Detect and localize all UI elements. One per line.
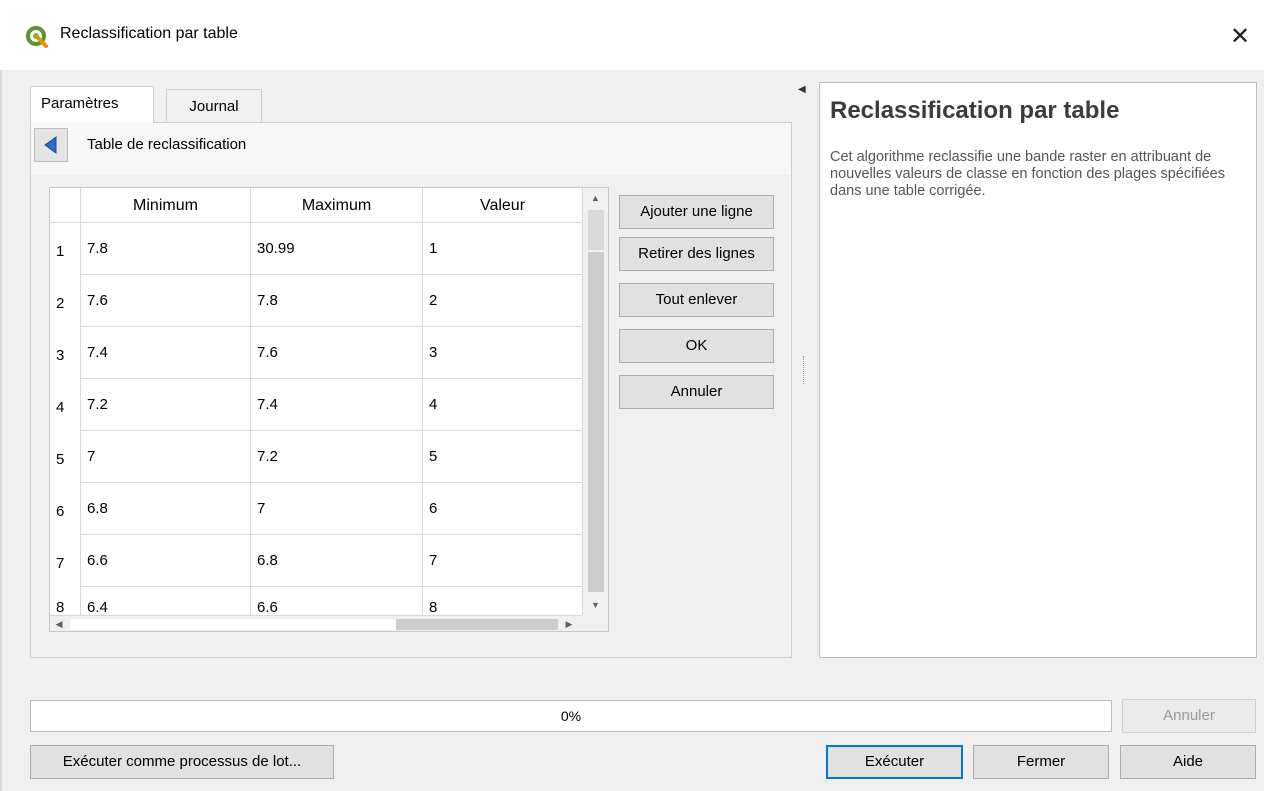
- scrollbar-gap: [588, 210, 604, 250]
- row-number[interactable]: 8: [50, 587, 81, 616]
- clear-all-button[interactable]: Tout enlever: [619, 283, 774, 317]
- reclass-table[interactable]: Minimum Maximum Valeur 1 7.8 30.99 1 2 7…: [49, 187, 609, 632]
- table-row[interactable]: 6 6.8 7 6: [50, 483, 582, 535]
- table-cancel-button[interactable]: Annuler: [619, 375, 774, 409]
- row-number[interactable]: 4: [50, 379, 81, 431]
- column-header-minimum[interactable]: Minimum: [81, 188, 251, 223]
- cell-minimum[interactable]: 7.6: [81, 275, 251, 327]
- run-button[interactable]: Exécuter: [826, 745, 963, 779]
- cell-valeur[interactable]: 5: [423, 431, 582, 483]
- cell-maximum[interactable]: 7.4: [251, 379, 423, 431]
- cell-maximum[interactable]: 6.6: [251, 587, 423, 615]
- parameters-panel: Table de reclassification Minimum Maximu…: [30, 122, 792, 658]
- cell-maximum[interactable]: 7.2: [251, 431, 423, 483]
- help-panel: Reclassification par table Cet algorithm…: [819, 82, 1257, 658]
- cell-maximum[interactable]: 7.8: [251, 275, 423, 327]
- table-row[interactable]: 2 7.6 7.8 2: [50, 275, 582, 327]
- row-number[interactable]: 7: [50, 535, 81, 587]
- row-number[interactable]: 2: [50, 275, 81, 327]
- cell-valeur[interactable]: 1: [423, 223, 582, 275]
- table-header: Minimum Maximum Valeur: [50, 188, 582, 223]
- remove-rows-button[interactable]: Retirer des lignes: [619, 237, 774, 271]
- scrollbar-corner: [582, 615, 608, 631]
- tab-label: Journal: [189, 98, 239, 115]
- panel-title: Table de reclassification: [87, 136, 247, 153]
- splitter-handle[interactable]: [803, 356, 805, 384]
- cell-valeur[interactable]: 8: [423, 587, 582, 615]
- cell-maximum[interactable]: 7: [251, 483, 423, 535]
- scrollbar-thumb[interactable]: [588, 252, 604, 592]
- cell-minimum[interactable]: 6.4: [81, 587, 251, 615]
- tab-parametres[interactable]: Paramètres: [30, 86, 154, 123]
- cell-maximum[interactable]: 7.6: [251, 327, 423, 379]
- back-button[interactable]: [34, 128, 68, 162]
- horizontal-scrollbar[interactable]: ◀ ▶: [50, 615, 582, 631]
- close-button[interactable]: Fermer: [973, 745, 1109, 779]
- window-title: Reclassification par table: [60, 25, 238, 42]
- batch-process-button[interactable]: Exécuter comme processus de lot...: [30, 745, 334, 779]
- cell-valeur[interactable]: 4: [423, 379, 582, 431]
- title-bar: Reclassification par table ✕: [0, 0, 1264, 70]
- add-row-button[interactable]: Ajouter une ligne: [619, 195, 774, 229]
- tab-journal[interactable]: Journal: [166, 89, 262, 122]
- row-number[interactable]: 5: [50, 431, 81, 483]
- column-header-maximum[interactable]: Maximum: [251, 188, 423, 223]
- panel-header: Table de reclassification: [31, 123, 791, 175]
- help-button[interactable]: Aide: [1120, 745, 1256, 779]
- table-row[interactable]: 5 7 7.2 5: [50, 431, 582, 483]
- scrollbar-track: [396, 619, 558, 630]
- cell-minimum[interactable]: 6.8: [81, 483, 251, 535]
- qgis-icon: [26, 26, 48, 48]
- back-arrow-icon: [44, 136, 57, 154]
- cell-valeur[interactable]: 6: [423, 483, 582, 535]
- cell-minimum[interactable]: 7.2: [81, 379, 251, 431]
- help-title: Reclassification par table: [830, 97, 1120, 124]
- scroll-down-icon[interactable]: ▼: [583, 595, 608, 615]
- cell-valeur[interactable]: 2: [423, 275, 582, 327]
- ok-button[interactable]: OK: [619, 329, 774, 363]
- progress-cancel-button[interactable]: Annuler: [1122, 699, 1256, 733]
- table-row[interactable]: 4 7.2 7.4 4: [50, 379, 582, 431]
- cell-valeur[interactable]: 3: [423, 327, 582, 379]
- scroll-left-icon[interactable]: ◀: [50, 616, 68, 631]
- row-number[interactable]: 6: [50, 483, 81, 535]
- cell-maximum[interactable]: 30.99: [251, 223, 423, 275]
- table-row[interactable]: 8 6.4 6.6 8: [50, 587, 582, 616]
- cell-valeur[interactable]: 7: [423, 535, 582, 587]
- column-header-valeur[interactable]: Valeur: [423, 188, 582, 223]
- table-row[interactable]: 1 7.8 30.99 1: [50, 223, 582, 275]
- row-number[interactable]: 3: [50, 327, 81, 379]
- tab-label: Paramètres: [41, 95, 119, 112]
- collapse-arrow-icon[interactable]: ◀: [798, 84, 806, 95]
- vertical-scrollbar[interactable]: ▲ ▼: [582, 188, 608, 615]
- help-description: Cet algorithme reclassifie une bande ras…: [830, 149, 1225, 199]
- cell-maximum[interactable]: 6.8: [251, 535, 423, 587]
- cell-minimum[interactable]: 6.6: [81, 535, 251, 587]
- scrollbar-thumb[interactable]: [70, 619, 396, 630]
- cell-minimum[interactable]: 7.8: [81, 223, 251, 275]
- row-number[interactable]: 1: [50, 223, 81, 275]
- close-icon[interactable]: ✕: [1222, 18, 1258, 54]
- table-row[interactable]: 7 6.6 6.8 7: [50, 535, 582, 587]
- progress-text: 0%: [560, 708, 582, 724]
- progress-bar: 0%: [30, 700, 1112, 732]
- cell-minimum[interactable]: 7.4: [81, 327, 251, 379]
- corner-header: [50, 188, 81, 223]
- scroll-up-icon[interactable]: ▲: [583, 188, 608, 208]
- window-left-edge: [0, 70, 2, 791]
- scroll-right-icon[interactable]: ▶: [560, 616, 578, 631]
- cell-minimum[interactable]: 7: [81, 431, 251, 483]
- table-row[interactable]: 3 7.4 7.6 3: [50, 327, 582, 379]
